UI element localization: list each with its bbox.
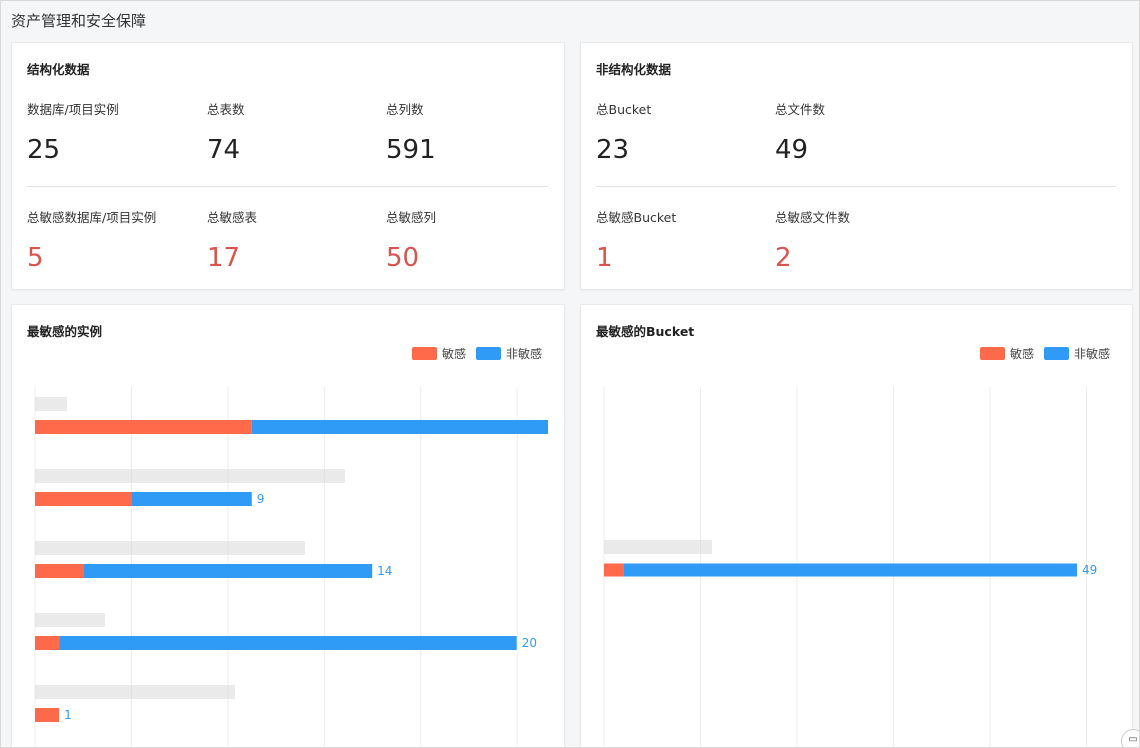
bar-non-sensitive bbox=[131, 492, 252, 506]
category-label-redacted bbox=[604, 540, 712, 554]
category-label-redacted bbox=[35, 541, 305, 555]
category-label-redacted bbox=[35, 397, 67, 411]
bar-non-sensitive bbox=[59, 636, 517, 650]
stat-sensitive-db-instances: 总敏感数据库/项目实例 5 bbox=[27, 207, 156, 273]
stat-label: 总列数 bbox=[386, 102, 424, 117]
stat-label: 总Bucket bbox=[596, 102, 652, 117]
bar-sensitive bbox=[35, 564, 84, 578]
stat-label: 总表数 bbox=[207, 102, 245, 117]
stat-total-files: 总文件数 49 bbox=[775, 99, 825, 165]
top-sensitive-instances-card: 最敏感的实例 敏感 非敏感 9 14 20 1 bbox=[11, 304, 565, 747]
category-label-redacted bbox=[35, 613, 105, 627]
feedback-icon[interactable]: ▭ bbox=[1121, 729, 1139, 747]
unstructured-data-card: 非结构化数据 总Bucket 23 总文件数 49 总敏感Bucket 1 总敏… bbox=[580, 42, 1133, 290]
stat-value: 2 bbox=[775, 243, 792, 273]
stat-value: 25 bbox=[27, 135, 61, 165]
bar-non-sensitive bbox=[83, 564, 373, 578]
category-label-redacted bbox=[35, 685, 235, 699]
structured-divider bbox=[27, 186, 548, 187]
stat-sensitive-tables: 总敏感表 17 bbox=[207, 207, 257, 273]
instances-bar-chart: 9 14 20 1 bbox=[34, 387, 548, 747]
structured-card-title: 结构化数据 bbox=[27, 62, 90, 77]
stat-sensitive-columns: 总敏感列 50 bbox=[386, 207, 436, 273]
stat-value: 5 bbox=[27, 243, 44, 273]
bar-data-label: 1 bbox=[64, 708, 72, 722]
stat-value: 23 bbox=[596, 135, 630, 165]
stat-sensitive-bucket: 总敏感Bucket 1 bbox=[596, 207, 676, 273]
stat-label: 总敏感数据库/项目实例 bbox=[27, 210, 157, 225]
stat-db-instances: 数据库/项目实例 25 bbox=[27, 99, 119, 165]
bar-data-label: 20 bbox=[522, 636, 537, 650]
stat-value: 74 bbox=[207, 135, 241, 165]
unstructured-card-title: 非结构化数据 bbox=[596, 62, 672, 77]
bar-data-label: 49 bbox=[1082, 563, 1097, 577]
unstructured-divider bbox=[596, 186, 1116, 187]
stat-total-tables: 总表数 74 bbox=[207, 99, 245, 165]
stat-value: 1 bbox=[596, 243, 613, 273]
stat-total-bucket: 总Bucket 23 bbox=[596, 99, 651, 165]
stat-label: 总文件数 bbox=[775, 102, 826, 117]
bar-sensitive bbox=[604, 563, 624, 577]
stat-value: 591 bbox=[386, 135, 436, 165]
page-title: 资产管理和安全保障 bbox=[11, 12, 147, 30]
stat-label: 总敏感表 bbox=[207, 210, 258, 225]
top-sensitive-bucket-card: 最敏感的Bucket 敏感 非敏感 49 bbox=[580, 304, 1133, 747]
bar-sensitive bbox=[35, 708, 60, 722]
bar-sensitive bbox=[35, 636, 60, 650]
stat-value: 17 bbox=[207, 243, 241, 273]
bucket-bar-chart: 49 bbox=[603, 387, 1097, 747]
bar-data-label: 9 bbox=[257, 492, 265, 506]
stat-label: 数据库/项目实例 bbox=[27, 102, 119, 117]
structured-data-card: 结构化数据 数据库/项目实例 25 总表数 74 总列数 591 总敏感数据库/… bbox=[11, 42, 565, 290]
page-frame: 资产管理和安全保障 结构化数据 数据库/项目实例 25 总表数 74 总列数 5… bbox=[0, 0, 1140, 748]
stat-total-columns: 总列数 591 bbox=[386, 99, 436, 165]
stat-label: 总敏感Bucket bbox=[596, 210, 677, 225]
stat-value: 50 bbox=[386, 243, 420, 273]
stat-label: 总敏感列 bbox=[386, 210, 437, 225]
bar-non-sensitive bbox=[251, 420, 548, 434]
bar-non-sensitive bbox=[623, 563, 1077, 577]
category-label-redacted bbox=[35, 469, 345, 483]
bar-sensitive bbox=[35, 492, 132, 506]
bar-data-label: 14 bbox=[377, 564, 392, 578]
stat-label: 总敏感文件数 bbox=[775, 210, 851, 225]
stat-sensitive-files: 总敏感文件数 2 bbox=[775, 207, 850, 273]
bar-sensitive bbox=[35, 420, 252, 434]
stat-value: 49 bbox=[775, 135, 809, 165]
